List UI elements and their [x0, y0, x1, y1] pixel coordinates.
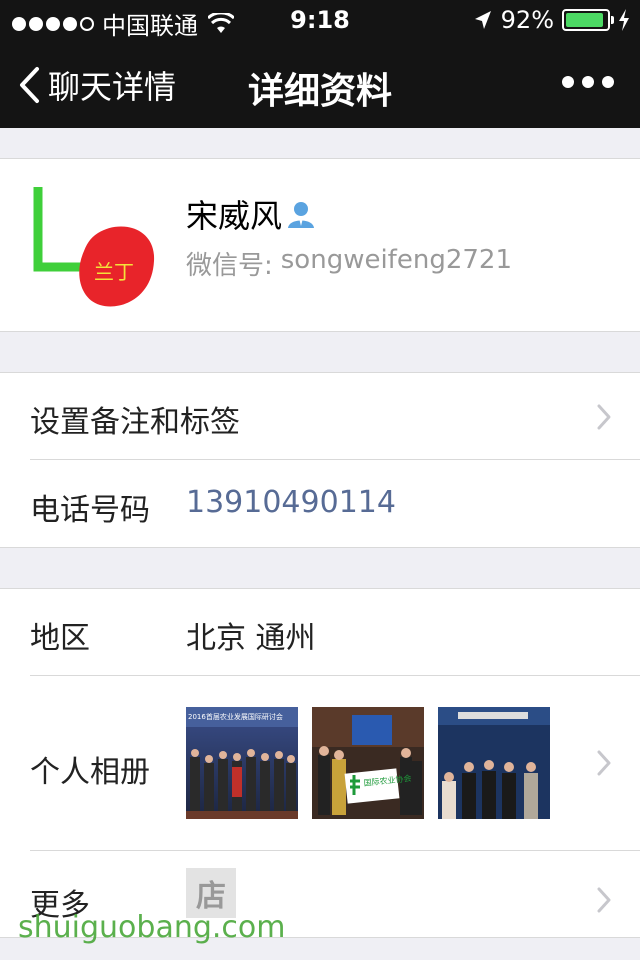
photo-banner-text: 2016首届农业发展国际研讨会	[188, 712, 283, 721]
wechat-id-row: 微信号: songweifeng2721	[186, 245, 512, 282]
remark-label: 设置备注和标签	[30, 405, 240, 440]
divider	[30, 459, 640, 460]
more-dots-icon[interactable]	[562, 76, 614, 88]
phone-label: 电话号码	[30, 493, 150, 528]
location-arrow-icon	[474, 11, 491, 29]
status-bar: 中国联通 9:18 92%	[0, 0, 640, 40]
chevron-right-icon	[597, 750, 611, 776]
more-row[interactable]: 更多	[0, 852, 640, 938]
status-right: 92%	[473, 6, 630, 34]
contact-name-row: 宋威风	[186, 191, 316, 237]
album-photo[interactable]	[438, 707, 550, 819]
contact-name: 宋威风	[186, 197, 283, 235]
profile-card[interactable]: 兰丁 宋威风 微信号: songweifeng2721	[0, 158, 640, 332]
nav-bar: 聊天详情 详细资料	[0, 40, 640, 128]
remark-row[interactable]: 设置备注和标签	[0, 373, 640, 459]
battery-fill	[566, 13, 603, 27]
region-value: 北京 通州	[186, 621, 316, 656]
album-label: 个人相册	[30, 755, 150, 790]
avatar-logo-text: 兰丁	[94, 260, 134, 284]
wechat-id-label: 微信号:	[186, 251, 273, 281]
wechat-id-value: songweifeng2721	[280, 245, 512, 275]
phone-row[interactable]: 电话号码 13910490114	[0, 461, 640, 547]
divider	[30, 675, 640, 676]
remark-phone-section: 设置备注和标签 电话号码 13910490114	[0, 372, 640, 548]
back-chevron-icon	[20, 67, 39, 103]
back-button[interactable]: 聊天详情	[18, 62, 176, 108]
person-icon	[288, 202, 315, 228]
album-photo[interactable]: 国际农业协会	[312, 707, 424, 819]
chevron-right-icon	[597, 404, 611, 430]
album-row[interactable]: 个人相册 2016首届农业发展国际研讨会 国际农业协会	[0, 677, 640, 849]
region-label: 地区	[30, 621, 90, 656]
divider	[30, 850, 640, 851]
back-label: 聊天详情	[48, 68, 177, 106]
charging-icon	[619, 9, 629, 31]
album-photo[interactable]: 2016首届农业发展国际研讨会	[186, 707, 298, 819]
info-section: 地区 北京 通州 个人相册 2016首届农业发展国际研讨会 国际农业协会 更多	[0, 588, 640, 938]
chevron-right-icon	[597, 887, 611, 913]
region-row: 地区 北京 通州	[0, 589, 640, 675]
more-label: 更多	[30, 888, 90, 923]
watermark-store-icon: 店	[186, 868, 236, 918]
battery-icon	[562, 9, 614, 31]
avatar[interactable]: 兰丁	[28, 181, 158, 311]
battery-percent: 92%	[500, 6, 554, 34]
phone-number-link[interactable]: 13910490114	[186, 485, 396, 520]
